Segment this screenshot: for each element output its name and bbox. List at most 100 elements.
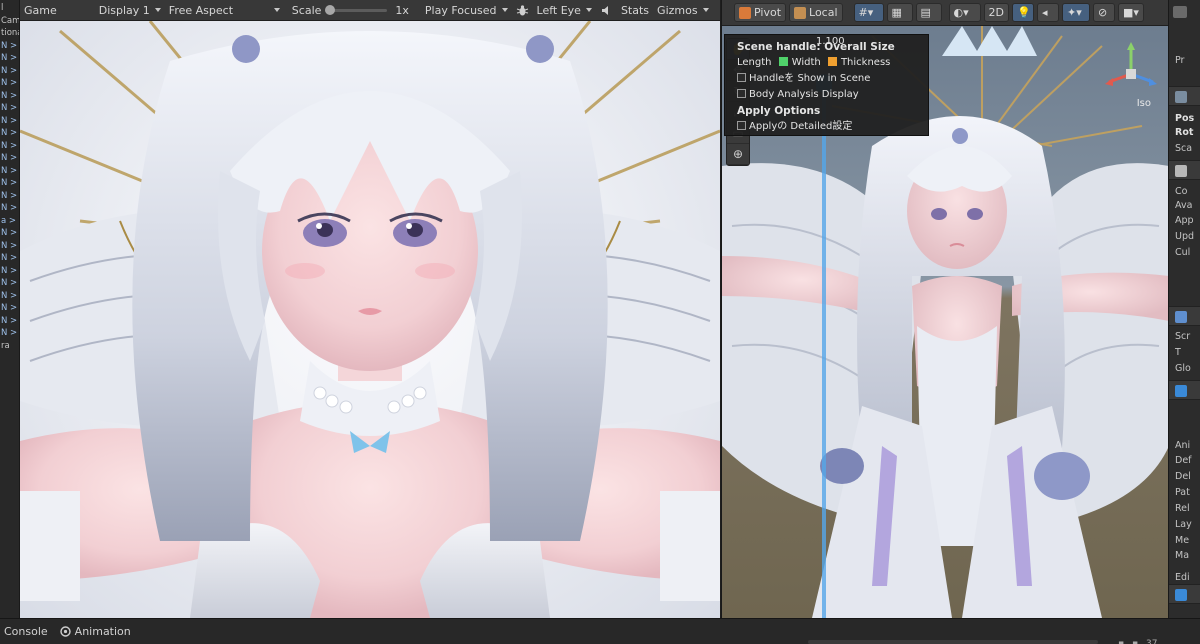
- scale-value: 1x: [395, 3, 409, 17]
- bug-icon[interactable]: [512, 0, 533, 20]
- hierarchy-row[interactable]: tiona: [0, 27, 19, 40]
- lighting-toggle[interactable]: 💡: [1012, 3, 1034, 22]
- audio-icon[interactable]: [596, 0, 617, 20]
- inspector-field-label: Edi: [1175, 572, 1190, 583]
- hierarchy-row[interactable]: N >: [0, 315, 19, 328]
- inspector-field-label: Glo: [1175, 363, 1191, 374]
- hierarchy-row[interactable]: ra: [0, 340, 19, 353]
- show-handle-option[interactable]: Handleを Show in Scene: [737, 71, 928, 87]
- hierarchy-row[interactable]: N >: [0, 265, 19, 278]
- display-dropdown-label: Display 1: [98, 3, 150, 17]
- inspector-field-label: Upd: [1175, 231, 1195, 242]
- inspector-lock-icon[interactable]: [1173, 6, 1187, 18]
- hierarchy-row[interactable]: N >: [0, 277, 19, 290]
- hierarchy-row[interactable]: N >: [0, 202, 19, 215]
- hierarchy-row[interactable]: Cam: [0, 15, 19, 28]
- hierarchy-row[interactable]: N >: [0, 165, 19, 178]
- script-icon: [1175, 311, 1187, 323]
- grid-snap-button[interactable]: #▾: [853, 3, 884, 22]
- scale-label: Scale: [291, 3, 322, 17]
- apply-detailed-checkbox[interactable]: [737, 121, 746, 130]
- hierarchy-row[interactable]: a >: [0, 215, 19, 228]
- hierarchy-row[interactable]: N >: [0, 227, 19, 240]
- hierarchy-row[interactable]: N >: [0, 90, 19, 103]
- inspector-field-label: Rel: [1175, 503, 1190, 514]
- local-icon: [794, 6, 807, 19]
- gizmo-projection-label[interactable]: Iso: [1137, 98, 1151, 109]
- stats-label: Stats: [620, 3, 650, 17]
- draw-mode-dropdown[interactable]: ◐▾: [948, 3, 981, 22]
- eye-dropdown[interactable]: Left Eye: [533, 0, 596, 20]
- body-analysis-checkbox[interactable]: [737, 89, 746, 98]
- pivot-icon: [739, 6, 751, 19]
- show-handle-checkbox[interactable]: [737, 73, 746, 82]
- orientation-gizmo[interactable]: [1103, 42, 1159, 106]
- hierarchy-row[interactable]: N >: [0, 290, 19, 303]
- animation-tab[interactable]: Animation: [56, 619, 139, 644]
- component-header-3[interactable]: [1169, 380, 1200, 400]
- grid-visibility-button[interactable]: ▤: [915, 3, 942, 22]
- inspector-field-label: Pos: [1175, 113, 1195, 124]
- hierarchy-row[interactable]: N >: [0, 240, 19, 253]
- snap-increment-button[interactable]: ▦: [886, 3, 913, 22]
- stats-button[interactable]: Stats: [617, 0, 653, 20]
- hierarchy-row[interactable]: N >: [0, 327, 19, 340]
- eye-slash-icon: ⊘: [1098, 6, 1108, 19]
- hierarchy-row[interactable]: N >: [0, 127, 19, 140]
- hierarchy-row[interactable]: N >: [0, 140, 19, 153]
- script-component-header[interactable]: [1169, 306, 1200, 326]
- apply-detailed-option[interactable]: Applyの Detailed設定: [737, 119, 928, 135]
- inspector-field-label: Ma: [1175, 550, 1190, 561]
- component-header-4[interactable]: [1169, 584, 1200, 604]
- hierarchy-row[interactable]: N >: [0, 177, 19, 190]
- component-icon: [1175, 385, 1187, 397]
- width-legend-label: Width: [791, 57, 821, 68]
- gizmos-dropdown[interactable]: Gizmos: [653, 0, 713, 20]
- audio-toggle[interactable]: ◂: [1037, 3, 1059, 22]
- hierarchy-row[interactable]: N >: [0, 115, 19, 128]
- hierarchy-row[interactable]: N >: [0, 190, 19, 203]
- hierarchy-row[interactable]: N >: [0, 77, 19, 90]
- inspector-field-label: T: [1175, 347, 1181, 358]
- hierarchy-row[interactable]: N >: [0, 302, 19, 315]
- hierarchy-row[interactable]: N >: [0, 65, 19, 78]
- console-tab[interactable]: Console: [0, 619, 56, 644]
- inspector-field-label: Pr: [1175, 55, 1185, 66]
- body-analysis-option[interactable]: Body Analysis Display: [737, 87, 928, 103]
- grid-visibility-icon: ▤: [920, 6, 931, 19]
- aspect-dropdown[interactable]: Free Aspect: [165, 0, 284, 20]
- display-dropdown[interactable]: Display 1: [95, 0, 165, 20]
- hierarchy-row[interactable]: N >: [0, 102, 19, 115]
- hierarchy-row[interactable]: l: [0, 2, 19, 15]
- length-handle[interactable]: [822, 78, 826, 618]
- scene-viewport-render[interactable]: ✋ ✥ ↻ ⤢ ▭ ⊕ Scene handle: Overall Size L…: [722, 26, 1169, 618]
- inspector-field-label: Ava: [1175, 200, 1193, 211]
- mode-2d-toggle[interactable]: 2D: [983, 3, 1009, 22]
- animator-component-header[interactable]: [1169, 160, 1200, 180]
- hierarchy-row[interactable]: N >: [0, 40, 19, 53]
- scale-slider[interactable]: [325, 4, 388, 15]
- scene-view: Pivot Local #▾ ▦ ▤ ◐▾ 2D 💡 ◂ ✦▾ ⊘ ■▾ ⊕ S…: [721, 0, 1169, 618]
- status-icon-2[interactable]: ▪: [1132, 639, 1138, 644]
- status-icon-1[interactable]: ▪: [1118, 639, 1124, 644]
- game-render-image: [20, 21, 720, 618]
- game-tab[interactable]: Game: [20, 0, 61, 20]
- game-viewport-render[interactable]: [20, 21, 720, 618]
- play-focused-dropdown[interactable]: Play Focused: [421, 0, 512, 20]
- hierarchy-row[interactable]: N >: [0, 152, 19, 165]
- hierarchy-row[interactable]: N >: [0, 52, 19, 65]
- inspector-field-label: Lay: [1175, 519, 1192, 530]
- camera-settings-dropdown[interactable]: ■▾: [1118, 3, 1144, 22]
- local-toggle[interactable]: Local: [789, 3, 843, 22]
- effects-dropdown[interactable]: ✦▾: [1062, 3, 1090, 22]
- pivot-toggle[interactable]: Pivot: [734, 3, 787, 22]
- hierarchy-row[interactable]: N >: [0, 252, 19, 265]
- hidden-objects-toggle[interactable]: ⊘: [1093, 3, 1115, 22]
- light-bulb-icon: 💡: [1017, 6, 1031, 19]
- scene-handle-popup: Scene handle: Overall Size Length Width …: [724, 34, 929, 136]
- transform-tool[interactable]: ⊕: [727, 144, 749, 165]
- transform-component-header[interactable]: [1169, 86, 1200, 106]
- scale-slider-knob[interactable]: [325, 4, 336, 15]
- inspector-field-label: Scr: [1175, 331, 1191, 342]
- scale-control[interactable]: Scale 1x: [288, 0, 413, 20]
